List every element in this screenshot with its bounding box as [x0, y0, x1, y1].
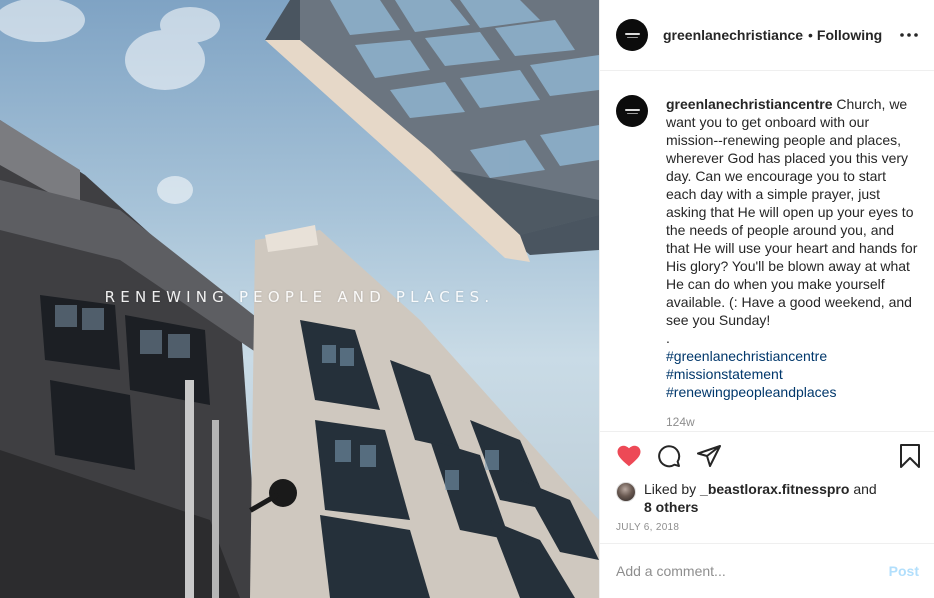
caption-username[interactable]: greenlanechristiancentre	[666, 96, 833, 112]
heart-filled-icon[interactable]	[616, 443, 642, 469]
caption-time-ago[interactable]: 124w	[666, 413, 918, 431]
header-username[interactable]: greenlanechristiancentre	[663, 27, 804, 43]
caption-block: greenlanechristiancentre Church, we want…	[666, 95, 918, 431]
likes-and: and	[849, 481, 877, 497]
caption-author-avatar[interactable]	[616, 95, 648, 127]
post-photo[interactable]: RENEWING PEOPLE AND PLACES.	[0, 0, 599, 598]
hashtag-link[interactable]: #missionstatement	[666, 365, 918, 383]
liker-username[interactable]: _beastlorax.fitnesspro	[700, 481, 849, 497]
likes-others-link[interactable]: 8 others	[644, 499, 698, 515]
following-button[interactable]: Following	[817, 27, 882, 43]
photo-overlay-text: RENEWING PEOPLE AND PLACES.	[104, 288, 495, 306]
comments-area: greenlanechristiancentre Church, we want…	[600, 71, 934, 431]
bookmark-icon[interactable]	[897, 443, 923, 469]
header-separator: •	[808, 27, 813, 43]
hashtag-link[interactable]: #greenlanechristiancentre	[666, 347, 918, 365]
comment-input[interactable]	[616, 563, 889, 579]
post-button[interactable]: Post	[889, 563, 919, 579]
post-header: greenlanechristiancentre • Following	[600, 0, 934, 71]
caption-dot: .	[666, 330, 670, 346]
author-avatar[interactable]	[616, 19, 648, 51]
share-icon[interactable]	[696, 443, 722, 469]
likes-row: Liked by _beastlorax.fitnesspro and 8 ot…	[600, 480, 934, 516]
caption-text: Church, we want you to get onboard with …	[666, 96, 922, 328]
likes-prefix: Liked by	[644, 481, 701, 497]
comment-icon[interactable]	[656, 443, 682, 469]
add-comment-bar: Post	[600, 543, 934, 598]
more-options-icon[interactable]	[898, 25, 920, 45]
likes-text: Liked by _beastlorax.fitnesspro and 8 ot…	[644, 480, 877, 516]
post-date[interactable]: JULY 6, 2018	[600, 522, 934, 533]
action-icons-row	[600, 432, 934, 480]
post-actions: Liked by _beastlorax.fitnesspro and 8 ot…	[600, 431, 934, 543]
post-side-panel: greenlanechristiancentre • Following gre…	[599, 0, 934, 598]
hashtag-link[interactable]: #renewingpeopleandplaces	[666, 383, 918, 401]
liker-avatar[interactable]	[616, 482, 636, 502]
